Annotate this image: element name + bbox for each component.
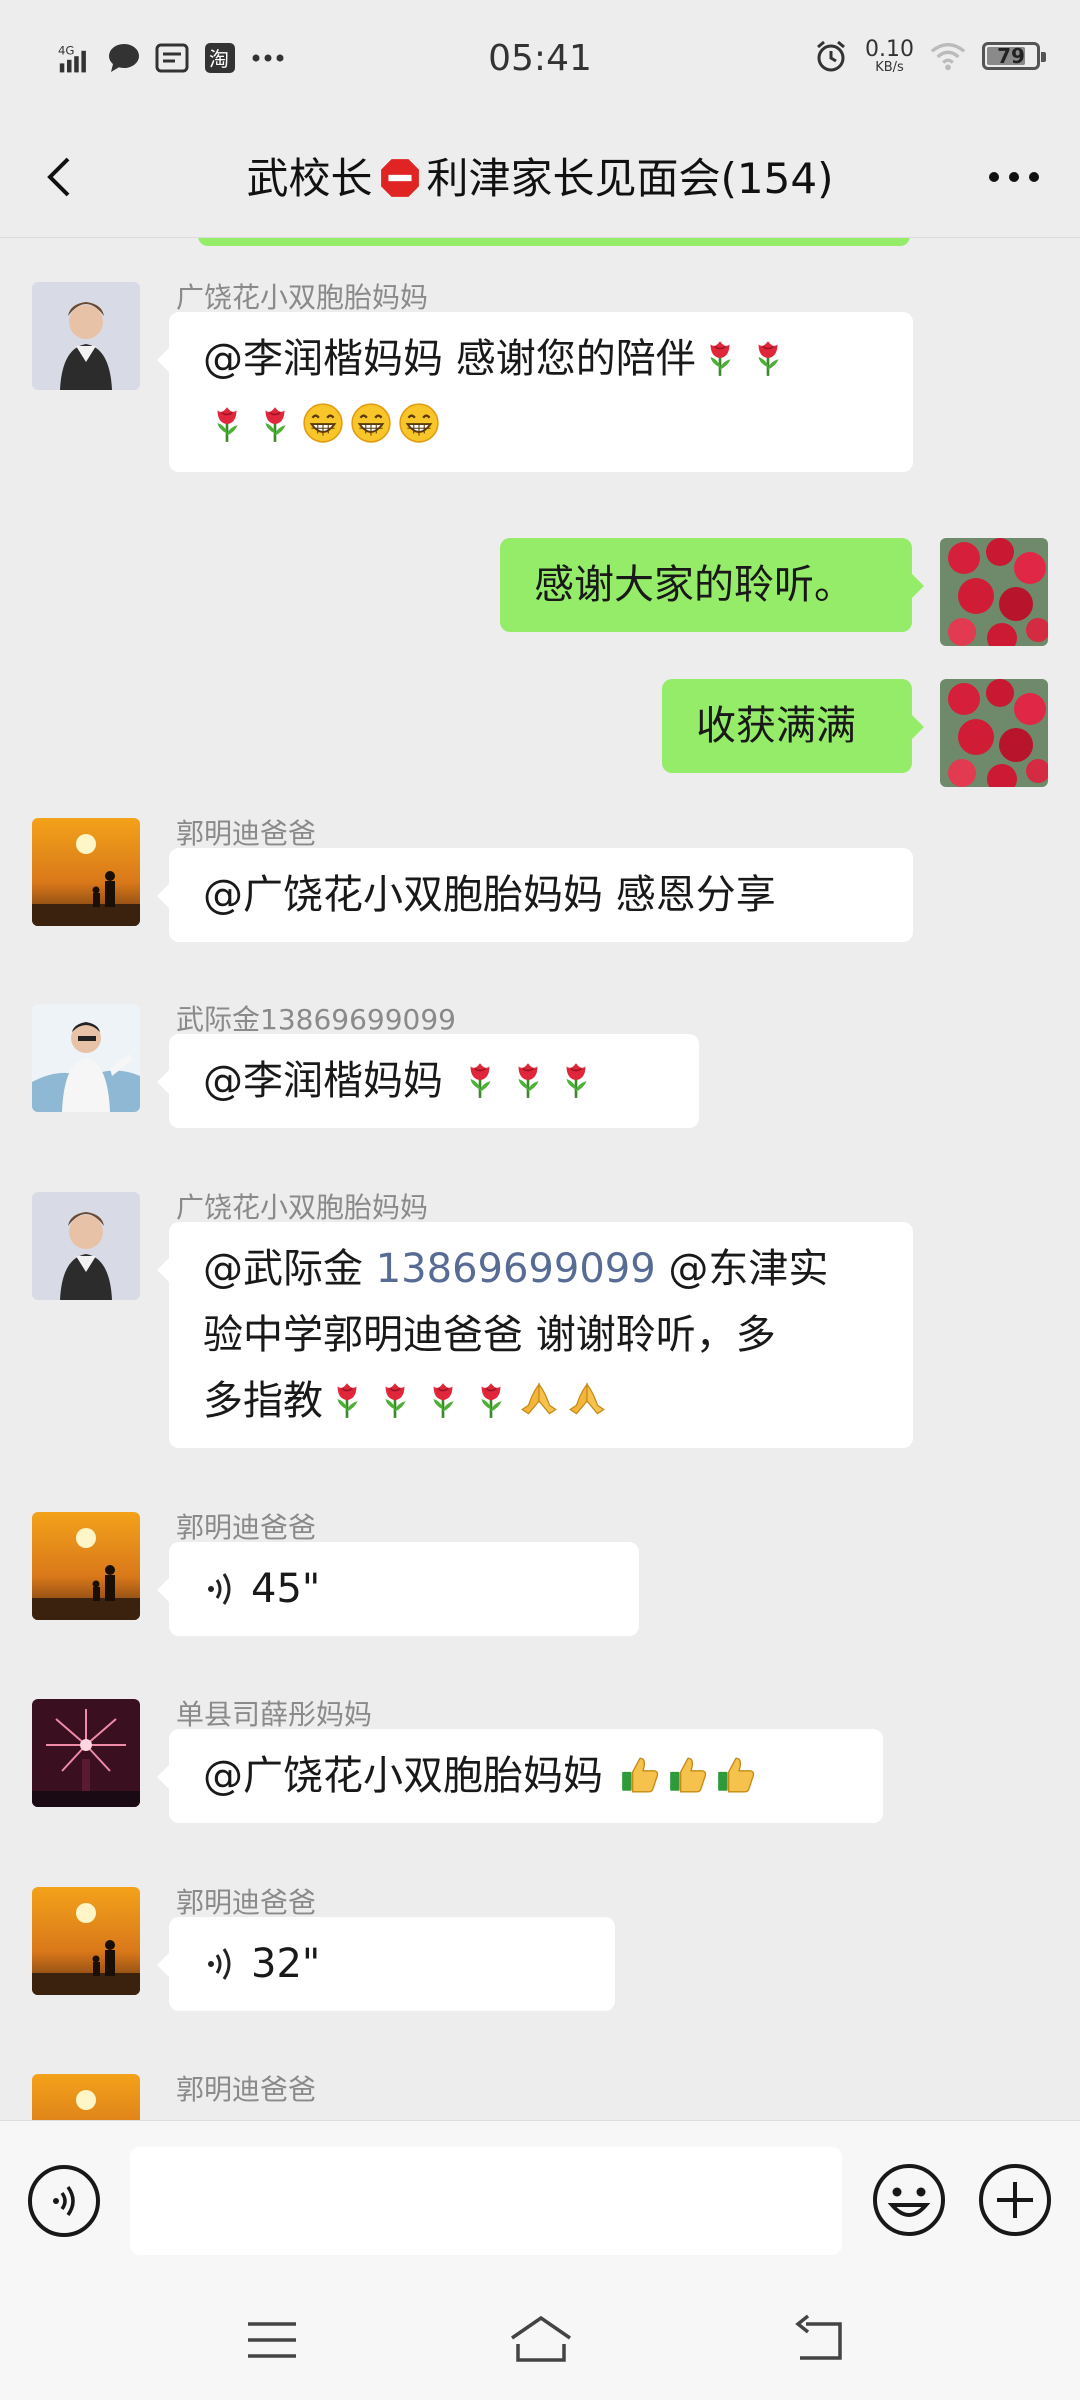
sender-name: 郭明迪爸爸 (176, 2073, 317, 2106)
voice-wave-icon (208, 1573, 231, 1605)
wifi-icon (930, 38, 966, 74)
avatar[interactable] (32, 2074, 140, 2120)
sender-name: 单县司薛彤妈妈 (176, 1698, 373, 1731)
net-speed-value: 0.10 (865, 36, 914, 62)
thumbs-up-emoji-icon (667, 1753, 709, 1795)
rose-emoji-icon (470, 1378, 512, 1420)
menu-icon (248, 2322, 296, 2358)
grin-emoji-icon (302, 402, 344, 444)
sender-name: 郭明迪爸爸 (176, 1886, 317, 1919)
avatar[interactable] (32, 1004, 140, 1112)
rose-emoji-icon (459, 1058, 501, 1100)
voice-message-bubble[interactable]: 45" (157, 1542, 639, 1636)
voice-input-button[interactable] (26, 2163, 102, 2239)
rose-emoji-icon (374, 1378, 416, 1420)
avatar[interactable] (32, 282, 140, 390)
message-text: @广饶花小双胞胎妈妈 感恩分享 (203, 872, 776, 918)
self-avatar[interactable] (940, 679, 1048, 787)
emoji-button[interactable] (870, 2161, 948, 2239)
grin-emoji-icon (350, 402, 392, 444)
message-bubble[interactable]: @广饶花小双胞胎妈妈 (157, 1729, 883, 1823)
system-nav-bar (0, 2280, 1080, 2400)
avatar[interactable] (32, 1699, 140, 1807)
stop-sign-icon (380, 159, 419, 197)
message-text: 感谢大家的聆听。 (534, 562, 854, 608)
input-bar (0, 2120, 1080, 2281)
chat-header: 武校长 利津家长见面会(154) (0, 125, 1080, 237)
rose-emoji-icon (555, 1058, 597, 1100)
phone-link[interactable]: 13869699099 (376, 1246, 656, 1292)
message-bubble[interactable]: @李润楷妈妈 感谢您的陪伴 (157, 312, 913, 472)
voice-input-icon (28, 2165, 100, 2237)
nav-back-button[interactable] (790, 2310, 854, 2370)
message-text: @东津实 (655, 1246, 829, 1292)
voice-message-bubble[interactable]: 32" (157, 1917, 615, 2011)
pray-emoji-icon (566, 1378, 608, 1420)
rose-emoji-icon (422, 1378, 464, 1420)
message-bubble[interactable]: @广饶花小双胞胎妈妈 感恩分享 (157, 848, 913, 942)
sender-name: 广饶花小双胞胎妈妈 (176, 281, 429, 314)
avatar[interactable] (32, 1887, 140, 1995)
message-text: @李润楷妈妈 (203, 1058, 456, 1104)
rose-emoji-icon (254, 402, 296, 444)
battery-indicator: 79 (982, 42, 1046, 70)
back-icon (795, 2314, 842, 2360)
sender-name: 广饶花小双胞胎妈妈 (176, 1191, 429, 1224)
voice-duration: 32" (251, 1941, 321, 1987)
partial-self-bubble[interactable] (198, 238, 910, 246)
message-bubble[interactable]: 收获满满 (662, 679, 924, 773)
message-text: 收获满满 (696, 703, 856, 749)
sender-name: 武际金13869699099 (176, 1003, 456, 1036)
message-text: @广饶花小双胞胎妈妈 (203, 1753, 616, 1799)
voice-wave-icon (208, 1948, 231, 1980)
message-bubble[interactable]: 感谢大家的聆听。 (500, 538, 924, 632)
rose-emoji-icon (747, 336, 789, 378)
rose-emoji-icon (699, 336, 741, 378)
chat-title: 武校长 利津家长见面会(154) (0, 145, 1080, 206)
rose-emoji-icon (206, 402, 248, 444)
message-text: 验中学郭明迪爸爸 谢谢聆听，多 (203, 1312, 776, 1358)
avatar[interactable] (32, 818, 140, 926)
avatar[interactable] (32, 1192, 140, 1300)
avatar[interactable] (32, 1512, 140, 1620)
rose-emoji-icon (507, 1058, 549, 1100)
message-bubble[interactable]: @李润楷妈妈 (157, 1034, 699, 1128)
message-bubble[interactable]: @武际金 13869699099 @东津实验中学郭明迪爸爸 谢谢聆听，多 多指教 (157, 1222, 913, 1448)
alarm-icon (813, 38, 849, 74)
status-right-icons: 0.10 KB/s 79 (813, 36, 1046, 75)
thumbs-up-emoji-icon (619, 1753, 661, 1795)
rose-emoji-icon (326, 1378, 368, 1420)
voice-duration: 45" (251, 1566, 321, 1612)
thumbs-up-emoji-icon (715, 1753, 757, 1795)
nav-home-button[interactable] (506, 2310, 576, 2370)
chat-message-list[interactable]: 广饶花小双胞胎妈妈 @李润楷妈妈 感谢您的陪伴 感谢大家的聆听。 收获满满 郭明… (0, 238, 1080, 2120)
chat-title-prefix: 武校长 (246, 154, 373, 203)
more-dots-icon (989, 172, 1039, 182)
nav-menu-button[interactable] (240, 2310, 304, 2370)
status-bar: 4G 淘 05:41 0.10 KB/s 79 (0, 0, 1080, 125)
battery-level-text: 79 (997, 44, 1025, 68)
pray-emoji-icon (518, 1378, 560, 1420)
message-text: @武际金 (203, 1246, 376, 1292)
self-avatar[interactable] (940, 538, 1048, 646)
home-icon (511, 2315, 571, 2362)
more-functions-button[interactable] (976, 2161, 1054, 2239)
plus-icon (979, 2164, 1051, 2236)
more-options-button[interactable] (978, 147, 1050, 207)
sender-name: 郭明迪爸爸 (176, 817, 317, 850)
net-speed: 0.10 KB/s (865, 36, 914, 75)
emoji-icon (873, 2164, 945, 2236)
sender-name: 郭明迪爸爸 (176, 1511, 317, 1544)
grin-emoji-icon (398, 402, 440, 444)
message-text: @李润楷妈妈 感谢您的陪伴 (203, 336, 696, 382)
net-speed-unit: KB/s (875, 59, 904, 75)
message-input[interactable] (130, 2147, 842, 2255)
chat-title-suffix: 利津家长见面会(154) (426, 154, 834, 203)
message-text: 多指教 (203, 1378, 323, 1424)
